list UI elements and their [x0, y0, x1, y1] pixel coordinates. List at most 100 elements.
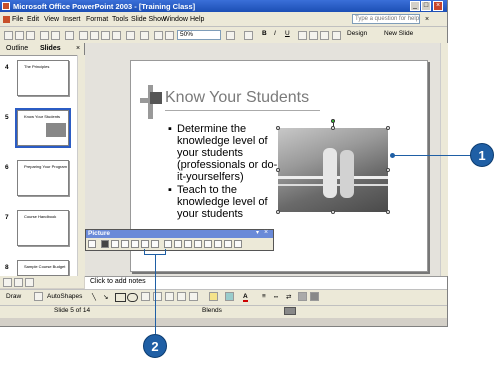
slide-thumbnail[interactable]: Sample Course Budget — [17, 260, 69, 276]
line-style-icon[interactable] — [174, 240, 182, 248]
rectangle-icon[interactable] — [115, 293, 126, 302]
reset-icon[interactable] — [234, 240, 242, 248]
shadow-style-icon[interactable] — [298, 292, 307, 301]
diagram-icon[interactable] — [165, 292, 174, 301]
slide-thumbnail-selected[interactable]: Know Your Students — [15, 108, 71, 148]
bullet-text[interactable]: Determine the knowledge level of your st… — [177, 123, 283, 183]
resize-handle[interactable] — [386, 126, 390, 130]
undo-icon[interactable] — [126, 31, 135, 40]
bold-icon[interactable]: B — [262, 30, 267, 37]
bullets-icon[interactable] — [320, 31, 329, 40]
zoom-select[interactable]: 50% — [177, 30, 221, 40]
pane-scrollbar[interactable] — [77, 55, 85, 276]
oval-icon[interactable] — [127, 293, 138, 302]
print-icon[interactable] — [40, 31, 49, 40]
resize-handle[interactable] — [276, 210, 280, 214]
font-color-icon[interactable] — [332, 31, 341, 40]
draw-menu-button[interactable]: Draw — [6, 293, 21, 300]
design-button[interactable]: Design — [347, 30, 367, 37]
spelling-icon[interactable] — [65, 31, 74, 40]
menu-window[interactable]: Window — [163, 16, 188, 23]
redo-icon[interactable] — [140, 31, 149, 40]
picture-toolbar-titlebar[interactable] — [86, 230, 273, 238]
toolbar-options-icon[interactable]: ▾ — [256, 229, 259, 236]
line-icon[interactable]: ╲ — [92, 293, 96, 301]
font-color-draw-icon[interactable]: A — [243, 293, 248, 302]
normal-view-icon[interactable] — [3, 278, 12, 287]
format-painter-icon[interactable] — [112, 31, 121, 40]
new-slide-button[interactable]: New Slide — [384, 30, 413, 37]
selected-picture[interactable] — [278, 128, 388, 212]
crop-icon[interactable] — [151, 240, 159, 248]
close-document-icon[interactable]: × — [425, 16, 429, 23]
arrow-icon[interactable]: ↘ — [103, 293, 108, 301]
close-button[interactable]: × — [433, 1, 443, 11]
bullet-text[interactable]: Teach to the knowledge level of your stu… — [177, 184, 283, 220]
rotate-left-icon[interactable] — [164, 240, 172, 248]
tab-slides[interactable]: Slides — [40, 45, 61, 52]
paste-icon[interactable] — [101, 31, 110, 40]
set-transparent-color-icon[interactable] — [214, 240, 222, 248]
slide-sorter-icon[interactable] — [14, 278, 23, 287]
insert-picture-icon[interactable] — [88, 240, 96, 248]
title-bar[interactable]: Microsoft Office PowerPoint 2003 - [Trai… — [0, 0, 447, 12]
compress-pictures-icon[interactable] — [184, 240, 192, 248]
select-objects-icon[interactable] — [34, 292, 43, 301]
tab-outline[interactable]: Outline — [6, 45, 28, 52]
font-icon[interactable] — [244, 31, 253, 40]
center-icon[interactable] — [309, 31, 318, 40]
more-contrast-icon[interactable] — [111, 240, 119, 248]
pane-close-icon[interactable]: × — [76, 45, 80, 52]
menu-edit[interactable]: Edit — [27, 16, 39, 23]
slide-thumbnail[interactable]: Preparing Your Program — [17, 160, 69, 196]
resize-handle[interactable] — [276, 168, 280, 172]
arrow-style-icon[interactable]: ⇄ — [286, 293, 291, 301]
resize-handle[interactable] — [276, 126, 280, 130]
minimize-button[interactable]: _ — [410, 1, 420, 11]
clipart-icon[interactable] — [177, 292, 186, 301]
dash-style-icon[interactable]: ┅ — [274, 293, 278, 301]
open-icon[interactable] — [15, 31, 24, 40]
align-left-icon[interactable] — [298, 31, 307, 40]
table-icon[interactable] — [165, 31, 174, 40]
underline-icon[interactable]: U — [285, 30, 290, 37]
slide-show-icon[interactable] — [25, 278, 34, 287]
save-icon[interactable] — [26, 31, 35, 40]
resize-handle[interactable] — [331, 210, 335, 214]
less-brightness-icon[interactable] — [141, 240, 149, 248]
autoshapes-menu-button[interactable]: AutoShapes — [47, 293, 82, 300]
new-icon[interactable] — [4, 31, 13, 40]
menu-format[interactable]: Format — [86, 16, 108, 23]
resize-handle[interactable] — [386, 168, 390, 172]
3d-style-icon[interactable] — [310, 292, 319, 301]
toolbar-close-icon[interactable]: × — [264, 229, 268, 236]
less-contrast-icon[interactable] — [121, 240, 129, 248]
line-style-icon[interactable]: ≡ — [262, 293, 266, 300]
preview-icon[interactable] — [51, 31, 60, 40]
menu-insert[interactable]: Insert — [63, 16, 81, 23]
insert-picture-icon[interactable] — [189, 292, 198, 301]
fill-color-icon[interactable] — [209, 292, 218, 301]
chart-icon[interactable] — [154, 31, 163, 40]
copy-icon[interactable] — [90, 31, 99, 40]
italic-icon[interactable]: I — [274, 30, 276, 37]
notes-placeholder[interactable]: Click to add notes — [90, 278, 146, 285]
line-color-icon[interactable] — [225, 292, 234, 301]
resize-handle[interactable] — [386, 210, 390, 214]
menu-help[interactable]: Help — [190, 16, 204, 23]
maximize-button[interactable]: □ — [421, 1, 431, 11]
menu-view[interactable]: View — [44, 16, 59, 23]
slide-title[interactable]: Know Your Students — [165, 89, 309, 107]
recolor-picture-icon[interactable] — [194, 240, 202, 248]
menu-tools[interactable]: Tools — [112, 16, 128, 23]
vertical-scrollbar[interactable] — [440, 43, 448, 276]
textbox-icon[interactable] — [141, 292, 150, 301]
view-buttons[interactable] — [0, 276, 84, 288]
menu-slide-show[interactable]: Slide Show — [131, 16, 166, 23]
reset-picture-icon[interactable] — [224, 240, 232, 248]
help-search-input[interactable]: Type a question for help — [352, 14, 420, 24]
slide-thumbnail[interactable]: The Principles — [17, 60, 69, 96]
format-picture-icon[interactable] — [204, 240, 212, 248]
more-brightness-icon[interactable] — [131, 240, 139, 248]
resize-handle[interactable] — [331, 126, 335, 130]
